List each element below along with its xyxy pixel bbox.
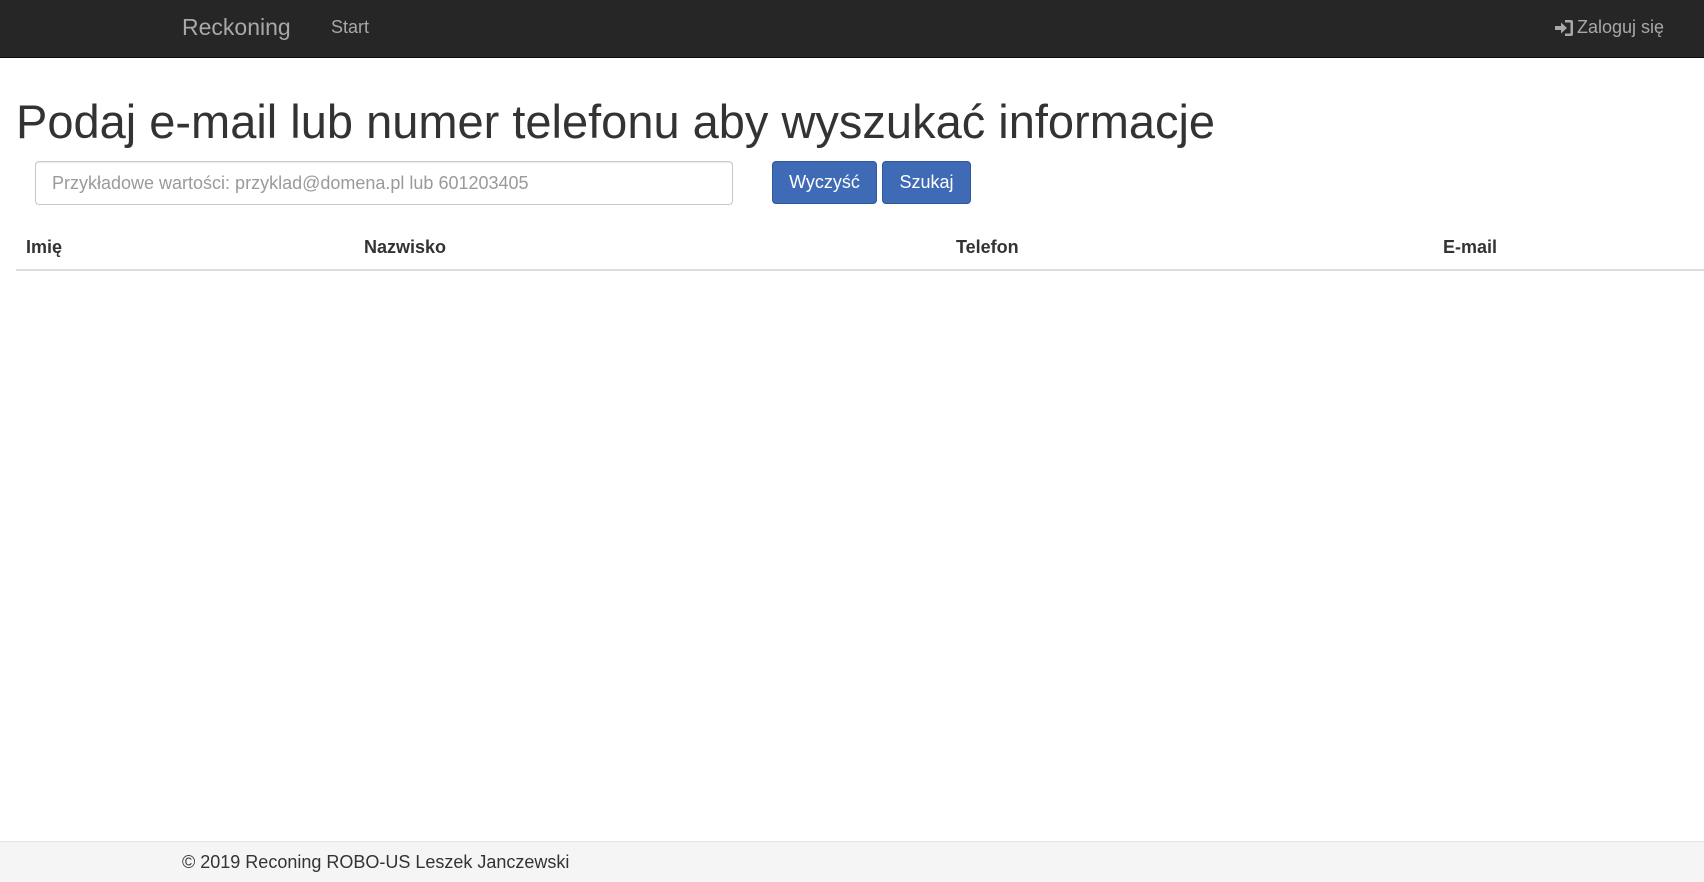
brand-link[interactable]: Reckoning [182,14,291,41]
results-table: Imię Nazwisko Telefon E-mail [16,228,1704,271]
column-header-last-name: Nazwisko [354,228,946,271]
table-header-row: Imię Nazwisko Telefon E-mail [16,228,1704,271]
login-label: Zaloguj się [1576,17,1664,37]
nav-start-link[interactable]: Start [331,17,369,38]
top-navbar: Reckoning Start Zaloguj się [0,0,1704,58]
column-header-phone: Telefon [946,228,1433,271]
search-button[interactable]: Szukaj [882,161,971,204]
sign-in-icon [1554,19,1573,36]
clear-button[interactable]: Wyczyść [772,161,877,204]
column-header-first-name: Imię [16,228,354,271]
column-header-email: E-mail [1433,228,1704,271]
footer-copyright: © 2019 Reconing ROBO-US Leszek Janczewsk… [182,852,570,872]
page-title: Podaj e-mail lub numer telefonu aby wysz… [16,95,1216,148]
page-footer: © 2019 Reconing ROBO-US Leszek Janczewsk… [0,841,1704,882]
search-input[interactable] [35,161,733,205]
login-link[interactable]: Zaloguj się [1554,17,1664,38]
